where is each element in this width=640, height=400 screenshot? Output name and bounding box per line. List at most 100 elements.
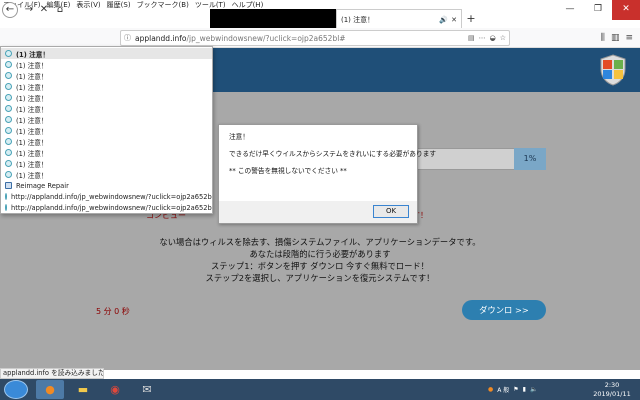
firefox-tray-icon[interactable]: ● — [488, 386, 493, 393]
start-button[interactable] — [4, 380, 28, 399]
chrome-icon[interactable]: ◉ — [102, 380, 128, 399]
flag-icon[interactable]: ⚑ — [513, 386, 518, 393]
history-item-label: (1) 注意！ — [16, 171, 48, 180]
speaker-icon[interactable]: 🔊 — [439, 16, 448, 24]
stop-loading-button[interactable]: ✕ — [36, 2, 52, 18]
history-item[interactable]: (1) 注意！ — [1, 158, 212, 169]
forward-button[interactable]: → — [21, 2, 37, 18]
history-item[interactable]: (1) 注意！ — [1, 125, 212, 136]
history-item[interactable]: (1) 注意！ — [1, 92, 212, 103]
clock-time: 2:30 — [604, 381, 620, 389]
pocket-icon[interactable]: ◒ — [490, 34, 496, 42]
ok-button[interactable]: OK — [373, 205, 409, 218]
bookmark-star-icon[interactable]: ☆ — [500, 34, 506, 42]
download-button[interactable]: ダウンロ >> — [462, 300, 546, 320]
history-item[interactable]: (1) 注意！ — [1, 103, 212, 114]
history-item-label: http://applandd.info/jp_webwindowsnew/?u… — [11, 203, 212, 212]
volume-icon[interactable]: 🔈 — [530, 386, 537, 393]
history-item[interactable]: (1) 注意！ — [1, 48, 212, 59]
library-icon[interactable]: ⫼ — [601, 33, 605, 43]
toolbar-right: ⫼ ▥ ≡ — [513, 30, 633, 46]
tray-language[interactable]: A 般 — [497, 385, 509, 394]
history-item-label: (1) 注意！ — [16, 72, 48, 81]
history-item[interactable]: (1) 注意！ — [1, 169, 212, 180]
history-item[interactable]: (1) 注意！ — [1, 70, 212, 81]
scan-progress-percent: 1% — [514, 148, 546, 170]
home-button[interactable]: ⌂ — [52, 2, 68, 18]
clock-date: 2019/01/11 — [593, 390, 631, 398]
page-actions-icon[interactable]: ⋯ — [479, 34, 486, 42]
dialog-message-area: 注意！ できるだけ早くウイルスからシステムをきれいにする必要があります ** こ… — [219, 125, 437, 201]
url-bar[interactable]: ⓘ applandd.info/jp_webwindowsnew/?uclick… — [120, 30, 510, 46]
countdown-timer: 5 分 0 秒 — [96, 307, 130, 316]
globe-icon — [5, 171, 12, 178]
globe-icon — [5, 149, 12, 156]
menu-icon[interactable]: ≡ — [625, 33, 633, 43]
system-tray: ● A 般 ⚑ ▮ 🔈 — [488, 380, 598, 399]
url-path: /jp_webwindowsnew/?uclick=ojp2a652bl# — [186, 33, 346, 43]
clock[interactable]: 2:30 2019/01/11 — [590, 379, 634, 400]
history-item-label: http://applandd.info/jp_webwindowsnew/?u… — [11, 192, 212, 201]
page-banner — [212, 48, 640, 92]
history-item-label: (1) 注意！ — [16, 160, 48, 169]
windows-shield-icon — [600, 54, 626, 86]
globe-icon — [5, 160, 12, 167]
folder-icon[interactable]: ▬ — [70, 380, 96, 399]
history-item[interactable]: http://applandd.info/jp_webwindowsnew/?u… — [1, 191, 212, 202]
dialog-message: できるだけ早くウイルスからシステムをきれいにする必要があります — [229, 150, 437, 158]
globe-icon — [5, 116, 12, 123]
history-item-label: (1) 注意！ — [16, 50, 50, 59]
history-item[interactable]: (1) 注意！ — [1, 147, 212, 158]
menu-bookmarks[interactable]: ブックマーク(B) — [134, 0, 192, 10]
info-icon[interactable]: ⓘ — [124, 33, 131, 43]
body-line-3: ステップ1：ボタンを押す ダウンロ 今すぐ無料でロード！ — [211, 261, 429, 271]
maximize-button[interactable]: ❐ — [584, 0, 612, 20]
window-controls: — ❐ ✕ — [556, 0, 640, 20]
back-history-dropdown: (1) 注意！ (1) 注意！ (1) 注意！ (1) 注意！ (1) 注意！ (1) 注… — [0, 46, 213, 214]
menu-view[interactable]: 表示(V) — [73, 0, 103, 10]
sidebar-icon[interactable]: ▥ — [611, 33, 620, 43]
network-icon[interactable]: ▮ — [523, 386, 526, 393]
history-item[interactable]: (1) 注意！ — [1, 136, 212, 147]
body-line-1: ない場合はウィルスを除去す、損傷システムファイル、アプリケーションデータです。 — [159, 237, 481, 247]
close-tab-icon[interactable]: ✕ — [451, 16, 457, 24]
globe-icon — [5, 127, 12, 134]
history-item[interactable]: http://applandd.info/jp_webwindowsnew/?u… — [1, 202, 212, 213]
history-item[interactable]: Reimage Repair — [1, 180, 212, 191]
menu-history[interactable]: 履歴(S) — [104, 0, 134, 10]
dialog-title: 注意！ — [229, 133, 250, 141]
history-item-label: (1) 注意！ — [16, 83, 48, 92]
globe-icon — [5, 204, 7, 211]
history-item[interactable]: (1) 注意！ — [1, 81, 212, 92]
minimize-button[interactable]: — — [556, 0, 584, 20]
reader-view-icon[interactable]: ▤ — [468, 34, 475, 42]
history-item-label: (1) 注意！ — [16, 149, 48, 158]
history-item[interactable]: (1) 注意！ — [1, 59, 212, 70]
body-line-4: ステップ2を選択し、アプリケーションを復元システムです！ — [205, 273, 435, 283]
dialog-note: ** この警告を無視しないでください ** — [229, 167, 347, 175]
history-item-label: (1) 注意！ — [16, 105, 48, 114]
reimage-icon — [5, 182, 12, 189]
history-item-label: (1) 注意！ — [16, 61, 48, 70]
globe-icon — [5, 94, 12, 101]
globe-icon — [5, 83, 12, 90]
status-bar: applandd.info を読み込みました — [0, 368, 104, 379]
tab-active[interactable]: (1) 注意！ 🔊 ✕ — [336, 9, 462, 29]
globe-icon — [5, 72, 12, 79]
new-tab-icon[interactable]: + — [464, 12, 478, 26]
fax-icon[interactable]: ✉ — [134, 380, 160, 399]
back-button[interactable]: ← — [2, 2, 18, 18]
history-item-label: Reimage Repair — [16, 181, 69, 190]
url-host: applandd.info — [135, 33, 187, 43]
history-item-label: (1) 注意！ — [16, 116, 48, 125]
history-item[interactable]: (1) 注意！ — [1, 114, 212, 125]
history-item-label: (1) 注意！ — [16, 138, 48, 147]
globe-icon — [5, 61, 12, 68]
tab-strip-blank — [210, 9, 336, 29]
tab-title: (1) 注意！ — [341, 15, 375, 24]
body-line-2: あなたは段階的に行う必要があります — [249, 249, 391, 259]
firefox-icon[interactable]: ● — [36, 380, 64, 399]
close-window-button[interactable]: ✕ — [612, 0, 640, 20]
firefox-icon — [5, 50, 12, 57]
globe-icon — [5, 193, 7, 200]
